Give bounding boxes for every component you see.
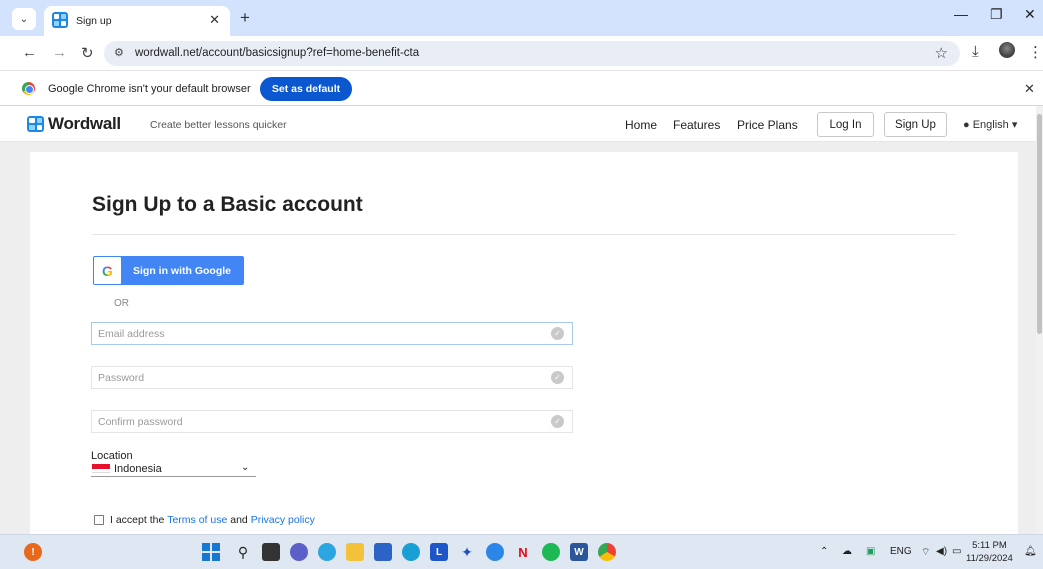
tab-strip: ⌄ Sign up ✕ + — ❐ ✕ (0, 0, 1043, 36)
signup-button[interactable]: Sign Up (884, 112, 947, 137)
chrome-icon (22, 82, 35, 95)
nav-price-plans[interactable]: Price Plans (737, 118, 798, 132)
tab-search-button[interactable]: ⌄ (12, 8, 36, 30)
email-field[interactable]: ✓ (91, 322, 573, 345)
tab-title: Sign up (76, 15, 112, 27)
wordwall-favicon-icon (52, 12, 68, 28)
word-icon[interactable]: W (570, 543, 588, 561)
infobar-message: Google Chrome isn't your default browser (48, 83, 251, 95)
star-icon[interactable]: ☆ (935, 44, 948, 62)
volume-icon[interactable]: ◀) (936, 546, 947, 557)
password-field[interactable]: ✓ (91, 366, 573, 389)
caret-down-icon: ▾ (1011, 119, 1018, 131)
copilot-icon[interactable] (318, 543, 336, 561)
nav-features[interactable]: Features (673, 118, 720, 132)
terms-prefix: I accept the (110, 514, 165, 526)
kebab-icon[interactable]: ⋮ (1028, 43, 1043, 61)
indonesia-flag-icon (92, 464, 110, 473)
google-g-icon: G (94, 257, 121, 284)
close-tab-icon[interactable]: ✕ (209, 12, 220, 28)
tagline: Create better lessons quicker (150, 119, 287, 131)
meet-icon[interactable] (290, 543, 308, 561)
clock-date: 11/29/2024 (966, 553, 1013, 564)
privacy-policy-link[interactable]: Privacy policy (251, 514, 315, 526)
language-label: English (972, 119, 1009, 131)
edge-icon[interactable] (402, 543, 420, 561)
location-value: Indonesia (114, 463, 162, 475)
reload-icon[interactable]: ↻ (81, 44, 94, 62)
windows-icon[interactable] (202, 543, 220, 561)
teams-tray-icon[interactable]: ▣ (866, 546, 875, 557)
page-title: Sign Up to a Basic account (92, 193, 363, 216)
terms-row: I accept the Terms of use and Privacy po… (94, 514, 315, 526)
dropbox-icon[interactable]: ✦ (458, 543, 476, 561)
password-input[interactable] (92, 367, 548, 388)
task-view-icon[interactable] (262, 543, 280, 561)
close-window-button[interactable]: ✕ (1024, 6, 1036, 23)
site-settings-icon[interactable]: ⚙ (114, 46, 124, 59)
chevron-down-icon: ⌄ (241, 462, 250, 473)
input-language[interactable]: ENG (890, 546, 912, 557)
wordwall-logo-icon[interactable] (27, 116, 44, 132)
set-as-default-button[interactable]: Set as default (260, 77, 352, 101)
download-icon[interactable]: ⤓ (972, 43, 979, 60)
terms-of-use-link[interactable]: Terms of use (167, 514, 227, 526)
url-text: wordwall.net/account/basicsignup?ref=hom… (135, 47, 420, 59)
language-selector[interactable]: ● English ▾ (963, 118, 1017, 131)
new-tab-button[interactable]: + (240, 8, 250, 28)
or-separator: OR (114, 298, 129, 309)
confirm-password-input[interactable] (92, 411, 548, 432)
wifi-icon[interactable]: ⌔ (921, 546, 930, 559)
google-signin-button[interactable]: G Sign in with Google (93, 256, 244, 285)
launcher-icon[interactable]: L (430, 543, 448, 561)
spotify-icon[interactable] (542, 543, 560, 561)
close-infobar-icon[interactable]: ✕ (1024, 81, 1035, 97)
file-explorer-icon[interactable] (346, 543, 364, 561)
chevron-down-icon: ⌄ (19, 13, 29, 25)
minimize-button[interactable]: — (954, 6, 968, 22)
weather-widget-icon[interactable]: ! (24, 543, 42, 561)
google-signin-label: Sign in with Google (133, 265, 231, 277)
email-input[interactable] (92, 323, 548, 344)
store-icon[interactable] (374, 543, 392, 561)
chrome-taskbar-icon[interactable] (598, 543, 616, 561)
login-button[interactable]: Log In (817, 112, 874, 137)
address-bar[interactable]: ⚙ wordwall.net/account/basicsignup?ref=h… (104, 41, 960, 66)
check-icon: ✓ (551, 415, 564, 428)
terms-checkbox[interactable] (94, 515, 104, 525)
check-icon: ✓ (551, 371, 564, 384)
browser-toolbar: ← → ↻ ⚙ wordwall.net/account/basicsignup… (0, 36, 1043, 70)
search-icon[interactable]: ⚲ (234, 543, 252, 561)
heading-divider (92, 234, 956, 235)
brand-name[interactable]: Wordwall (48, 114, 121, 134)
location-select[interactable]: Indonesia ⌄ (91, 461, 256, 477)
browser-tab[interactable]: Sign up ✕ (44, 6, 230, 36)
site-header: Wordwall Create better lessons quicker H… (0, 106, 1036, 142)
netflix-icon[interactable]: N (514, 543, 532, 561)
check-icon: ✓ (551, 327, 564, 340)
select-underline (91, 476, 256, 477)
terms-and: and (230, 514, 248, 526)
restore-button[interactable]: ❐ (990, 6, 1003, 23)
confirm-password-field[interactable]: ✓ (91, 410, 573, 433)
forward-icon[interactable]: → (52, 44, 67, 61)
bell-icon[interactable]: 🔔︎ (1024, 546, 1037, 557)
globe-icon: ● (963, 119, 970, 131)
app-icon[interactable] (486, 543, 504, 561)
cloud-icon[interactable]: ☁ (842, 546, 852, 557)
chevron-up-icon[interactable]: ⌃ (820, 546, 828, 557)
page-scrollbar[interactable] (1036, 106, 1043, 534)
clock-time: 5:11 PM (972, 540, 1007, 551)
scrollbar-thumb[interactable] (1037, 114, 1042, 334)
profile-avatar[interactable] (999, 42, 1015, 58)
back-icon[interactable]: ← (22, 44, 37, 61)
windows-taskbar: ! ⚲ L ✦ N W ⌃ ☁ ▣ ENG ⌔ ◀) ▭ 5:11 PM 11/… (0, 534, 1043, 569)
nav-home[interactable]: Home (625, 118, 657, 132)
system-clock[interactable]: 5:11 PM 11/29/2024 (966, 539, 1013, 565)
battery-icon[interactable]: ▭ (952, 546, 961, 557)
default-browser-infobar: Google Chrome isn't your default browser… (0, 70, 1043, 106)
